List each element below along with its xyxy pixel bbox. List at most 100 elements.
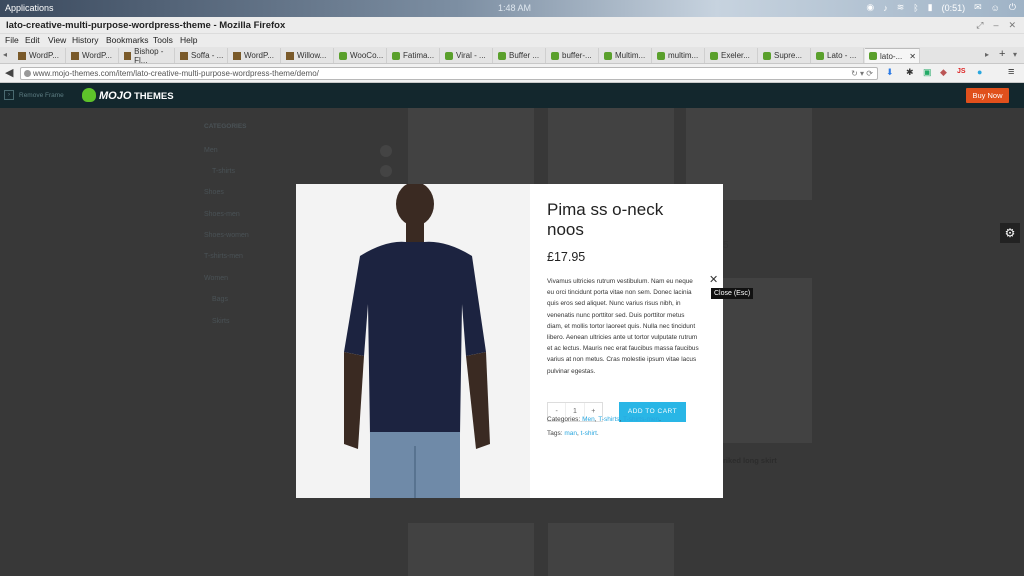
reload-icon[interactable]: ↻ ▾ ⟳: [851, 69, 873, 78]
tab-favicon-icon: [392, 51, 400, 60]
addon-icon[interactable]: ●: [977, 67, 982, 77]
tab-label: Bishop - Fl...: [134, 46, 164, 65]
settings-gear-icon[interactable]: ✱: [906, 67, 914, 78]
browser-tab[interactable]: WordP...: [229, 48, 281, 63]
bluetooth-icon[interactable]: ᛒ: [913, 3, 918, 13]
system-top-bar: Applications 1:48 AM ◉ ♪ ≋ ᛒ ▮ (0:51) ✉ …: [0, 0, 1024, 17]
tab-scroll-right-icon[interactable]: ▸: [985, 50, 989, 59]
customizer-gear-icon[interactable]: ⚙: [1000, 223, 1020, 243]
browser-tab[interactable]: Lato - ...: [812, 48, 864, 63]
menu-tools[interactable]: Tools: [153, 35, 173, 45]
product-price: £17.95: [547, 250, 586, 264]
browser-tab[interactable]: Willow...: [282, 48, 334, 63]
modal-close-icon[interactable]: ✕: [709, 273, 718, 286]
sidebar-category[interactable]: T-shirts-men: [204, 253, 243, 260]
product-thumbnail[interactable]: [722, 278, 812, 443]
browser-tab[interactable]: WordP...: [67, 48, 119, 63]
volume-icon[interactable]: ♪: [883, 3, 888, 13]
tag-link[interactable]: man: [564, 430, 577, 437]
quick-view-modal: Pima ss o-neck noos £17.95 Vivamus ultri…: [296, 184, 723, 498]
tab-favicon-icon: [286, 51, 294, 60]
menu-file[interactable]: File: [5, 35, 19, 45]
mojo-logo-icon[interactable]: [82, 88, 96, 102]
model-tshirt-image: [296, 184, 530, 498]
buy-now-button[interactable]: Buy Now: [966, 88, 1009, 103]
product-thumbnail[interactable]: [548, 523, 674, 576]
sidebar-category[interactable]: Men: [204, 147, 218, 154]
category-link[interactable]: T-shirts-men: [623, 416, 659, 423]
tab-favicon-icon: [869, 52, 877, 60]
sidebar-category[interactable]: Bags: [212, 296, 228, 303]
new-tab-icon[interactable]: +: [999, 48, 1005, 60]
tab-label: WooCo...: [350, 51, 384, 60]
chrome-icon[interactable]: ◉: [866, 2, 874, 13]
navigation-bar: ◀ www.mojo-themes.com/item/lato-creative…: [0, 64, 1024, 83]
applications-menu[interactable]: Applications: [5, 3, 54, 13]
browser-tab[interactable]: Buffer ...: [494, 48, 546, 63]
product-categories: Categories: Men, T-shirts, T-shirts-men.: [547, 416, 661, 423]
hamburger-menu-icon[interactable]: ≡: [1008, 66, 1014, 78]
bg-product-name[interactable]: riked long skirt: [723, 456, 777, 465]
logo-mojo-text[interactable]: MOJO: [99, 90, 131, 102]
js-addon-icon[interactable]: JS: [957, 68, 966, 75]
browser-tab[interactable]: Fatima...: [388, 48, 440, 63]
sidebar-category[interactable]: T-shirts: [212, 168, 235, 175]
window-title: lato-creative-multi-purpose-wordpress-th…: [6, 20, 286, 31]
download-icon[interactable]: ⬇: [886, 67, 894, 78]
browser-tab[interactable]: WooCo...: [335, 48, 387, 63]
browser-tab[interactable]: Bishop - Fl...: [120, 46, 175, 65]
categories-heading: CATEGORIES: [204, 123, 247, 130]
browser-tab[interactable]: WordP...: [14, 48, 66, 63]
close-window-icon[interactable]: ✕: [1008, 20, 1016, 31]
menu-bookmarks[interactable]: Bookmarks: [106, 35, 149, 45]
minimize-icon[interactable]: –: [993, 20, 998, 31]
mail-icon[interactable]: ✉: [974, 2, 982, 13]
category-link[interactable]: Men: [582, 416, 595, 423]
browser-tab[interactable]: Viral - ...: [441, 48, 493, 63]
sidebar-category[interactable]: Women: [204, 275, 228, 282]
tab-favicon-icon: [124, 51, 132, 60]
browser-tab[interactable]: multim...: [653, 48, 705, 63]
back-icon[interactable]: ◀: [5, 66, 13, 79]
browser-tab[interactable]: Exeler...: [706, 48, 758, 63]
menu-edit[interactable]: Edit: [25, 35, 40, 45]
system-clock[interactable]: 1:48 AM: [498, 3, 531, 13]
menu-history[interactable]: History: [72, 35, 98, 45]
tab-favicon-icon: [763, 51, 771, 60]
tab-label: Exeler...: [721, 51, 750, 60]
sidebar-category[interactable]: Skirts: [212, 318, 230, 325]
remove-frame-link[interactable]: Remove Frame: [19, 92, 64, 99]
category-link[interactable]: T-shirts: [598, 416, 619, 423]
tag-link[interactable]: t-shirt: [581, 430, 597, 437]
battery-icon[interactable]: ▮: [928, 2, 933, 13]
browser-tab[interactable]: Supre...: [759, 48, 811, 63]
sidebar-category[interactable]: Shoes: [204, 189, 224, 196]
browser-tab[interactable]: Multim...: [600, 48, 652, 63]
addon-icon[interactable]: ▣: [923, 67, 932, 78]
tab-close-icon[interactable]: ✕: [909, 52, 916, 61]
sidebar-category[interactable]: Shoes-men: [204, 211, 240, 218]
tab-favicon-icon: [71, 51, 79, 60]
product-title: Pima ss o-neck noos: [547, 200, 664, 239]
tab-scroll-left-icon[interactable]: ◂: [3, 50, 7, 59]
product-thumbnail[interactable]: [408, 523, 534, 576]
wifi-icon[interactable]: ≋: [897, 2, 905, 13]
tab-favicon-icon: [551, 51, 559, 60]
addon-icon[interactable]: ◆: [940, 67, 947, 78]
tab-list-icon[interactable]: ▾: [1013, 50, 1017, 59]
close-tooltip: Close (Esc): [711, 288, 754, 299]
menu-view[interactable]: View: [48, 35, 66, 45]
browser-tab-active[interactable]: lato-... ✕: [865, 48, 920, 63]
remove-frame-icon[interactable]: ›: [4, 90, 14, 100]
menu-help[interactable]: Help: [180, 35, 197, 45]
restore-icon[interactable]: ⤢: [976, 20, 983, 31]
browser-tab[interactable]: Soffa - ...: [176, 48, 228, 63]
sidebar-category[interactable]: Shoes-women: [204, 232, 249, 239]
url-bar[interactable]: www.mojo-themes.com/item/lato-creative-m…: [20, 67, 878, 80]
logo-themes-text[interactable]: THEMES: [134, 91, 174, 102]
user-icon[interactable]: ☺: [991, 3, 1000, 13]
power-icon[interactable]: ⏻: [1009, 2, 1016, 13]
categories-label: Categories:: [547, 416, 581, 423]
browser-tab[interactable]: buffer-...: [547, 48, 599, 63]
window-controls: ⤢ – ✕: [976, 20, 1016, 31]
